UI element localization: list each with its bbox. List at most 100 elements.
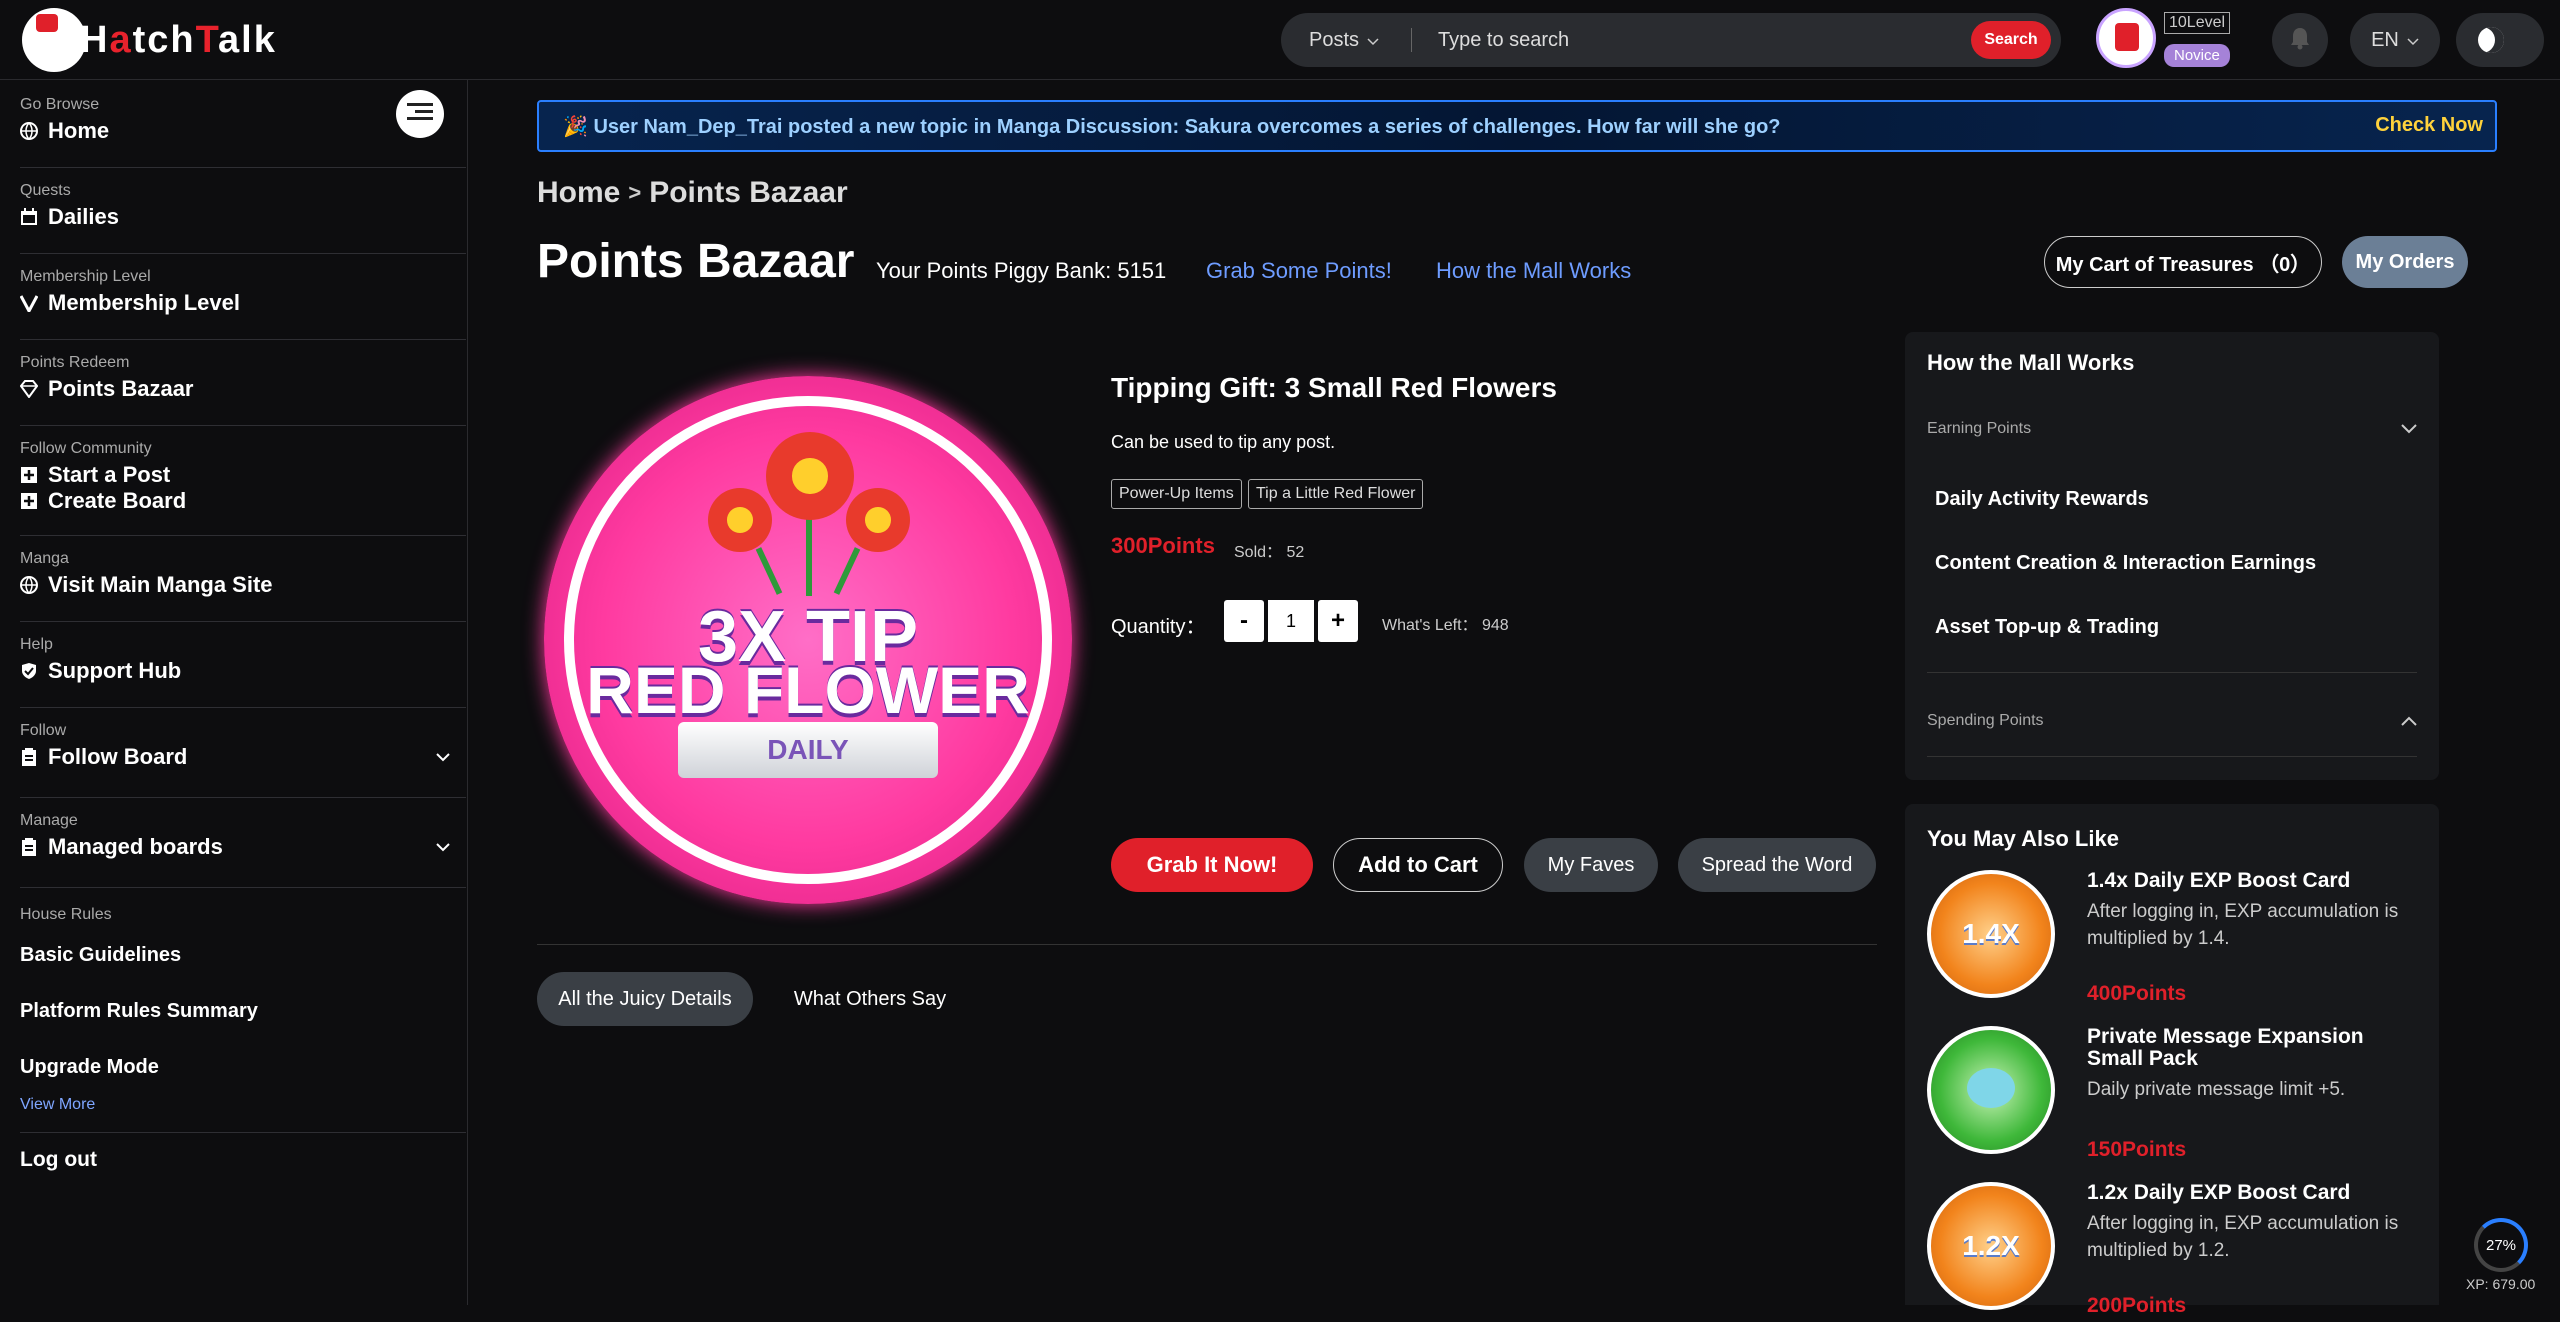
recommendation-item[interactable]: 1.4X 1.4x Daily EXP Boost Card After log… xyxy=(1927,870,2427,1010)
accordion-earning-points[interactable]: Earning Points xyxy=(1927,420,2417,438)
tab-details[interactable]: All the Juicy Details xyxy=(537,972,753,1026)
product-description: Can be used to tip any post. xyxy=(1111,432,1336,452)
product-tag[interactable]: Tip a Little Red Flower xyxy=(1248,479,1424,509)
breadcrumb-home[interactable]: Home xyxy=(537,176,620,210)
quantity-decrease-button[interactable]: - xyxy=(1224,600,1264,642)
sidebar-item-platform-rules[interactable]: Platform Rules Summary xyxy=(20,1000,258,1023)
how-mall-works-link[interactable]: How the Mall Works xyxy=(1436,258,1631,284)
chevron-down-icon xyxy=(2407,29,2419,52)
chevron-up-icon xyxy=(2401,716,2417,726)
sidebar-view-more-link[interactable]: View More xyxy=(20,1096,95,1114)
chevron-down-icon[interactable] xyxy=(436,752,450,762)
breadcrumb-current: Points Bazaar xyxy=(649,176,848,209)
search-input[interactable] xyxy=(1412,28,1971,52)
accordion-spending-points[interactable]: Spending Points xyxy=(1927,712,2417,730)
sidebar-item-upgrade-mode[interactable]: Upgrade Mode xyxy=(20,1056,159,1079)
stock-left: What's Left： 948 xyxy=(1382,617,1509,634)
sidebar-section-membership: Membership Level Membership Level xyxy=(20,268,466,340)
sidebar-item-managed-boards[interactable]: Managed boards xyxy=(20,834,466,860)
breadcrumb-separator: > xyxy=(628,180,642,205)
exp-boost-card-image: 1.4X xyxy=(1927,870,2055,998)
globe-icon xyxy=(20,122,38,140)
flower-icon xyxy=(766,432,854,520)
logo[interactable]: HatchTalk xyxy=(22,8,277,72)
announcement-ticker: 🎉 User Nam_Dep_Trai posted a new topic i… xyxy=(537,100,2497,152)
product-image: 3X TIP RED FLOWER DAILY xyxy=(544,376,1072,904)
sidebar: Go Browse Home Quests Dailies Membership… xyxy=(0,80,468,1305)
sidebar-section-community: Follow Community Start a Post Create Boa… xyxy=(20,440,466,536)
chat-bubble-icon xyxy=(1967,1068,2015,1108)
favorite-button[interactable]: My Faves xyxy=(1524,838,1658,892)
clipboard-icon xyxy=(22,838,36,856)
message-pack-image xyxy=(1927,1026,2055,1154)
product-sold: Sold： 52 xyxy=(1234,544,1305,561)
sidebar-section-follow: Follow Follow Board xyxy=(20,722,466,798)
sidebar-divider xyxy=(20,1132,466,1133)
xp-label: XP: 679.00 xyxy=(2466,1276,2536,1292)
sidebar-section-browse: Go Browse Home xyxy=(20,96,466,168)
product-image-ribbon: DAILY xyxy=(678,722,938,778)
search-type-select[interactable]: Posts xyxy=(1281,29,1411,52)
buy-now-button[interactable]: Grab It Now! xyxy=(1111,838,1313,892)
add-to-cart-button[interactable]: Add to Cart xyxy=(1333,838,1503,892)
quantity-increase-button[interactable]: + xyxy=(1318,600,1358,642)
theme-toggle-button[interactable] xyxy=(2456,13,2544,67)
ticker-check-now-link[interactable]: Check Now xyxy=(2375,114,2483,137)
grab-points-link[interactable]: Grab Some Points! xyxy=(1206,258,1392,284)
ticker-text: 🎉 User Nam_Dep_Trai posted a new topic i… xyxy=(563,115,1781,138)
chevron-down-icon[interactable] xyxy=(436,842,450,852)
my-cart-button[interactable]: My Cart of Treasures （0） xyxy=(2044,236,2322,288)
sidebar-house-rules-heading: House Rules xyxy=(20,906,112,923)
mall-works-title: How the Mall Works xyxy=(1927,350,2135,375)
quantity-input[interactable] xyxy=(1268,600,1314,642)
product-title: Tipping Gift: 3 Small Red Flowers xyxy=(1111,372,1557,403)
logout-link[interactable]: Log out xyxy=(20,1148,97,1172)
diamond-icon xyxy=(20,380,38,398)
sidebar-item-start-post[interactable]: Start a Post xyxy=(20,462,466,488)
recommendation-item[interactable]: Private Message Expansion Small Pack Dai… xyxy=(1927,1026,2427,1166)
quantity-label: Quantity： xyxy=(1111,616,1206,638)
plus-icon xyxy=(21,493,37,509)
calendar-icon xyxy=(21,208,37,225)
globe-icon xyxy=(20,576,38,594)
avatar[interactable] xyxy=(2096,8,2156,68)
recommendations-panel: You May Also Like 1.4X 1.4x Daily EXP Bo… xyxy=(1905,804,2439,1317)
logo-mascot-icon xyxy=(22,8,86,72)
sidebar-item-home[interactable]: Home xyxy=(20,118,466,144)
sidebar-section-points: Points Redeem Points Bazaar xyxy=(20,354,466,426)
sidebar-section-manga: Manga Visit Main Manga Site xyxy=(20,550,466,622)
product-price: 300Points xyxy=(1111,533,1215,558)
flower-icon xyxy=(708,488,772,552)
earning-item-topup[interactable]: Asset Top-up & Trading xyxy=(1935,616,2159,639)
sidebar-section-help: Help Support Hub xyxy=(20,636,466,708)
xp-progress-ring[interactable]: 27% xyxy=(2474,1218,2528,1272)
sidebar-item-follow-board[interactable]: Follow Board xyxy=(20,744,466,770)
shield-icon xyxy=(22,663,36,679)
earning-item-daily[interactable]: Daily Activity Rewards xyxy=(1935,488,2149,511)
recommendation-item[interactable]: 1.2X 1.2x Daily EXP Boost Card After log… xyxy=(1927,1182,2427,1322)
product-tag[interactable]: Power-Up Items xyxy=(1111,479,1242,509)
user-level: 10Level xyxy=(2164,12,2231,34)
chevron-down-icon xyxy=(2401,424,2417,434)
sidebar-item-support[interactable]: Support Hub xyxy=(20,658,466,684)
notifications-button[interactable] xyxy=(2272,13,2328,67)
my-orders-button[interactable]: My Orders xyxy=(2342,236,2468,288)
language-select[interactable]: EN xyxy=(2350,13,2440,67)
mall-works-panel: How the Mall Works Earning Points Daily … xyxy=(1905,332,2439,780)
sidebar-item-dailies[interactable]: Dailies xyxy=(20,204,466,230)
sidebar-item-create-board[interactable]: Create Board xyxy=(20,488,466,514)
sidebar-item-membership[interactable]: Membership Level xyxy=(20,290,466,316)
tab-reviews[interactable]: What Others Say xyxy=(770,972,970,1026)
sidebar-item-manga-site[interactable]: Visit Main Manga Site xyxy=(20,572,466,598)
exp-boost-card-image: 1.2X xyxy=(1927,1182,2055,1310)
share-button[interactable]: Spread the Word xyxy=(1678,838,1876,892)
search-button[interactable]: Search xyxy=(1971,21,2051,59)
flower-icon xyxy=(846,488,910,552)
earning-item-content[interactable]: Content Creation & Interaction Earnings xyxy=(1935,552,2316,575)
breadcrumb: Home > Points Bazaar xyxy=(537,176,848,210)
sidebar-item-points-bazaar[interactable]: Points Bazaar xyxy=(20,376,466,402)
chevron-down-icon xyxy=(1367,29,1379,52)
sidebar-item-basic-guidelines[interactable]: Basic Guidelines xyxy=(20,944,181,967)
divider xyxy=(537,944,1877,945)
user-rank-badge: Novice xyxy=(2164,44,2230,67)
